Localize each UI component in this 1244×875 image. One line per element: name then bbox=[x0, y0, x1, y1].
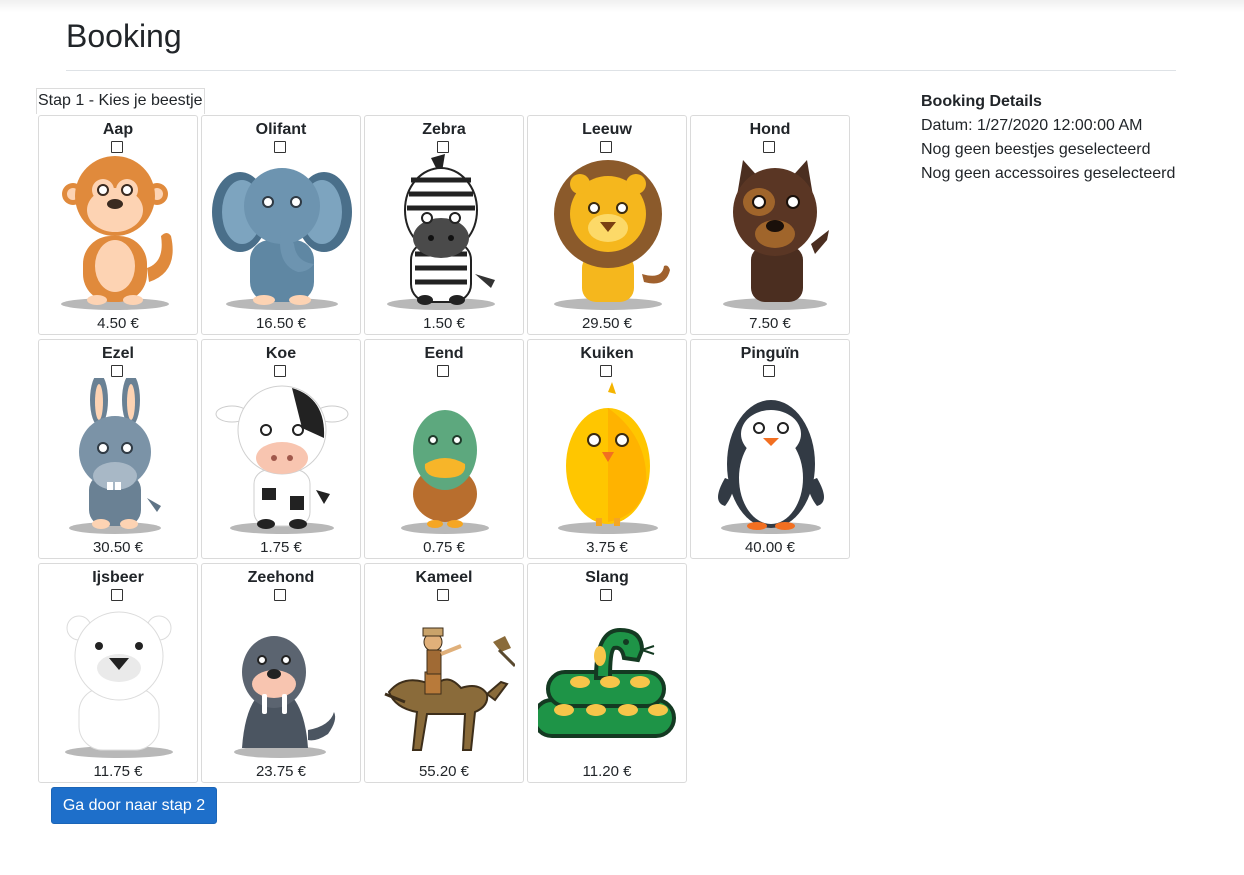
animal-card-hond[interactable]: Hond 7.50 € bbox=[690, 115, 850, 335]
animal-name: Kameel bbox=[415, 569, 473, 586]
booking-date: Datum: 1/27/2020 12:00:00 AM bbox=[921, 117, 1143, 134]
snake-icon bbox=[538, 602, 678, 762]
animal-card-pinguin[interactable]: Pinguïn 40.00 € bbox=[690, 339, 850, 559]
animal-checkbox[interactable] bbox=[111, 365, 123, 377]
page-title: Booking bbox=[66, 18, 182, 54]
animal-card-ezel[interactable]: Ezel 30.50 € bbox=[38, 339, 198, 559]
lion-icon bbox=[538, 154, 678, 314]
animal-card-ijsbeer[interactable]: Ijsbeer 11.75 € bbox=[38, 563, 198, 783]
animal-card-olifant[interactable]: Olifant 16.50 € bbox=[201, 115, 361, 335]
duck-icon bbox=[375, 378, 515, 538]
cow-icon bbox=[212, 378, 352, 538]
animal-name: Ezel bbox=[101, 345, 134, 362]
animal-price: 1.75 € bbox=[260, 539, 302, 556]
donkey-icon bbox=[49, 378, 189, 538]
animal-price: 55.20 € bbox=[418, 763, 470, 780]
monkey-icon bbox=[49, 154, 189, 314]
animal-price: 7.50 € bbox=[749, 315, 791, 332]
animal-price: 40.00 € bbox=[744, 539, 796, 556]
animal-checkbox[interactable] bbox=[763, 141, 775, 153]
animal-card-leeuw[interactable]: Leeuw 29.50 € bbox=[527, 115, 687, 335]
animal-name: Kuiken bbox=[580, 345, 634, 362]
animal-checkbox[interactable] bbox=[274, 365, 286, 377]
animal-checkbox[interactable] bbox=[437, 589, 449, 601]
animal-name: Zebra bbox=[422, 121, 466, 138]
animal-name: Ijsbeer bbox=[92, 569, 144, 586]
animal-name: Pinguïn bbox=[740, 345, 800, 362]
animal-checkbox[interactable] bbox=[763, 365, 775, 377]
zebra-icon bbox=[375, 154, 515, 314]
camel-icon bbox=[375, 602, 515, 762]
seal-icon bbox=[212, 602, 352, 762]
animal-checkbox[interactable] bbox=[111, 141, 123, 153]
animal-price: 30.50 € bbox=[92, 539, 144, 556]
dog-icon bbox=[701, 154, 841, 314]
animal-checkbox[interactable] bbox=[600, 589, 612, 601]
animal-card-koe[interactable]: Koe 1.75 € bbox=[201, 339, 361, 559]
animal-card-slang[interactable]: Slang 11.20 € bbox=[527, 563, 687, 783]
animal-checkbox[interactable] bbox=[274, 589, 286, 601]
animal-card-zeehond[interactable]: Zeehond 23.75 € bbox=[201, 563, 361, 783]
animal-name: Zeehond bbox=[247, 569, 315, 586]
elephant-icon bbox=[212, 154, 352, 314]
animal-price: 23.75 € bbox=[255, 763, 307, 780]
animal-name: Aap bbox=[102, 121, 134, 138]
polar-bear-icon bbox=[49, 602, 189, 762]
animal-price: 29.50 € bbox=[581, 315, 633, 332]
animal-checkbox[interactable] bbox=[111, 589, 123, 601]
animal-price: 1.50 € bbox=[423, 315, 465, 332]
animal-grid: Aap 4.50 € Olifant 16.50 € Zebra 1.50 € … bbox=[38, 115, 850, 783]
animal-price: 4.50 € bbox=[97, 315, 139, 332]
next-step-button[interactable]: Ga door naar stap 2 bbox=[51, 787, 217, 824]
animal-checkbox[interactable] bbox=[600, 365, 612, 377]
animal-name: Slang bbox=[585, 569, 629, 586]
animal-checkbox[interactable] bbox=[437, 141, 449, 153]
step-legend: Stap 1 - Kies je beestje bbox=[36, 88, 205, 114]
animal-name: Leeuw bbox=[582, 121, 632, 138]
animal-name: Olifant bbox=[255, 121, 307, 138]
animal-checkbox[interactable] bbox=[274, 141, 286, 153]
animal-card-zebra[interactable]: Zebra 1.50 € bbox=[364, 115, 524, 335]
animal-checkbox[interactable] bbox=[437, 365, 449, 377]
animal-price: 11.20 € bbox=[582, 763, 632, 780]
chick-icon bbox=[538, 378, 678, 538]
animal-price: 11.75 € bbox=[93, 763, 143, 780]
animal-card-kuiken[interactable]: Kuiken 3.75 € bbox=[527, 339, 687, 559]
booking-details-panel: Booking Details Datum: 1/27/2020 12:00:0… bbox=[921, 90, 1175, 186]
animal-name: Koe bbox=[265, 345, 297, 362]
title-divider bbox=[66, 70, 1176, 71]
selected-accessories-status: Nog geen accessoires geselecteerd bbox=[921, 165, 1176, 182]
animal-price: 0.75 € bbox=[423, 539, 465, 556]
penguin-icon bbox=[701, 378, 841, 538]
animal-price: 16.50 € bbox=[255, 315, 307, 332]
animal-price: 3.75 € bbox=[586, 539, 628, 556]
animal-checkbox[interactable] bbox=[600, 141, 612, 153]
animal-name: Hond bbox=[749, 121, 791, 138]
animal-card-aap[interactable]: Aap 4.50 € bbox=[38, 115, 198, 335]
top-shadow bbox=[0, 0, 1244, 12]
booking-details-title: Booking Details bbox=[921, 93, 1042, 110]
animal-card-kameel[interactable]: Kameel 55.20 € bbox=[364, 563, 524, 783]
animal-name: Eend bbox=[424, 345, 464, 362]
selected-animals-status: Nog geen beestjes geselecteerd bbox=[921, 141, 1151, 158]
animal-card-eend[interactable]: Eend 0.75 € bbox=[364, 339, 524, 559]
